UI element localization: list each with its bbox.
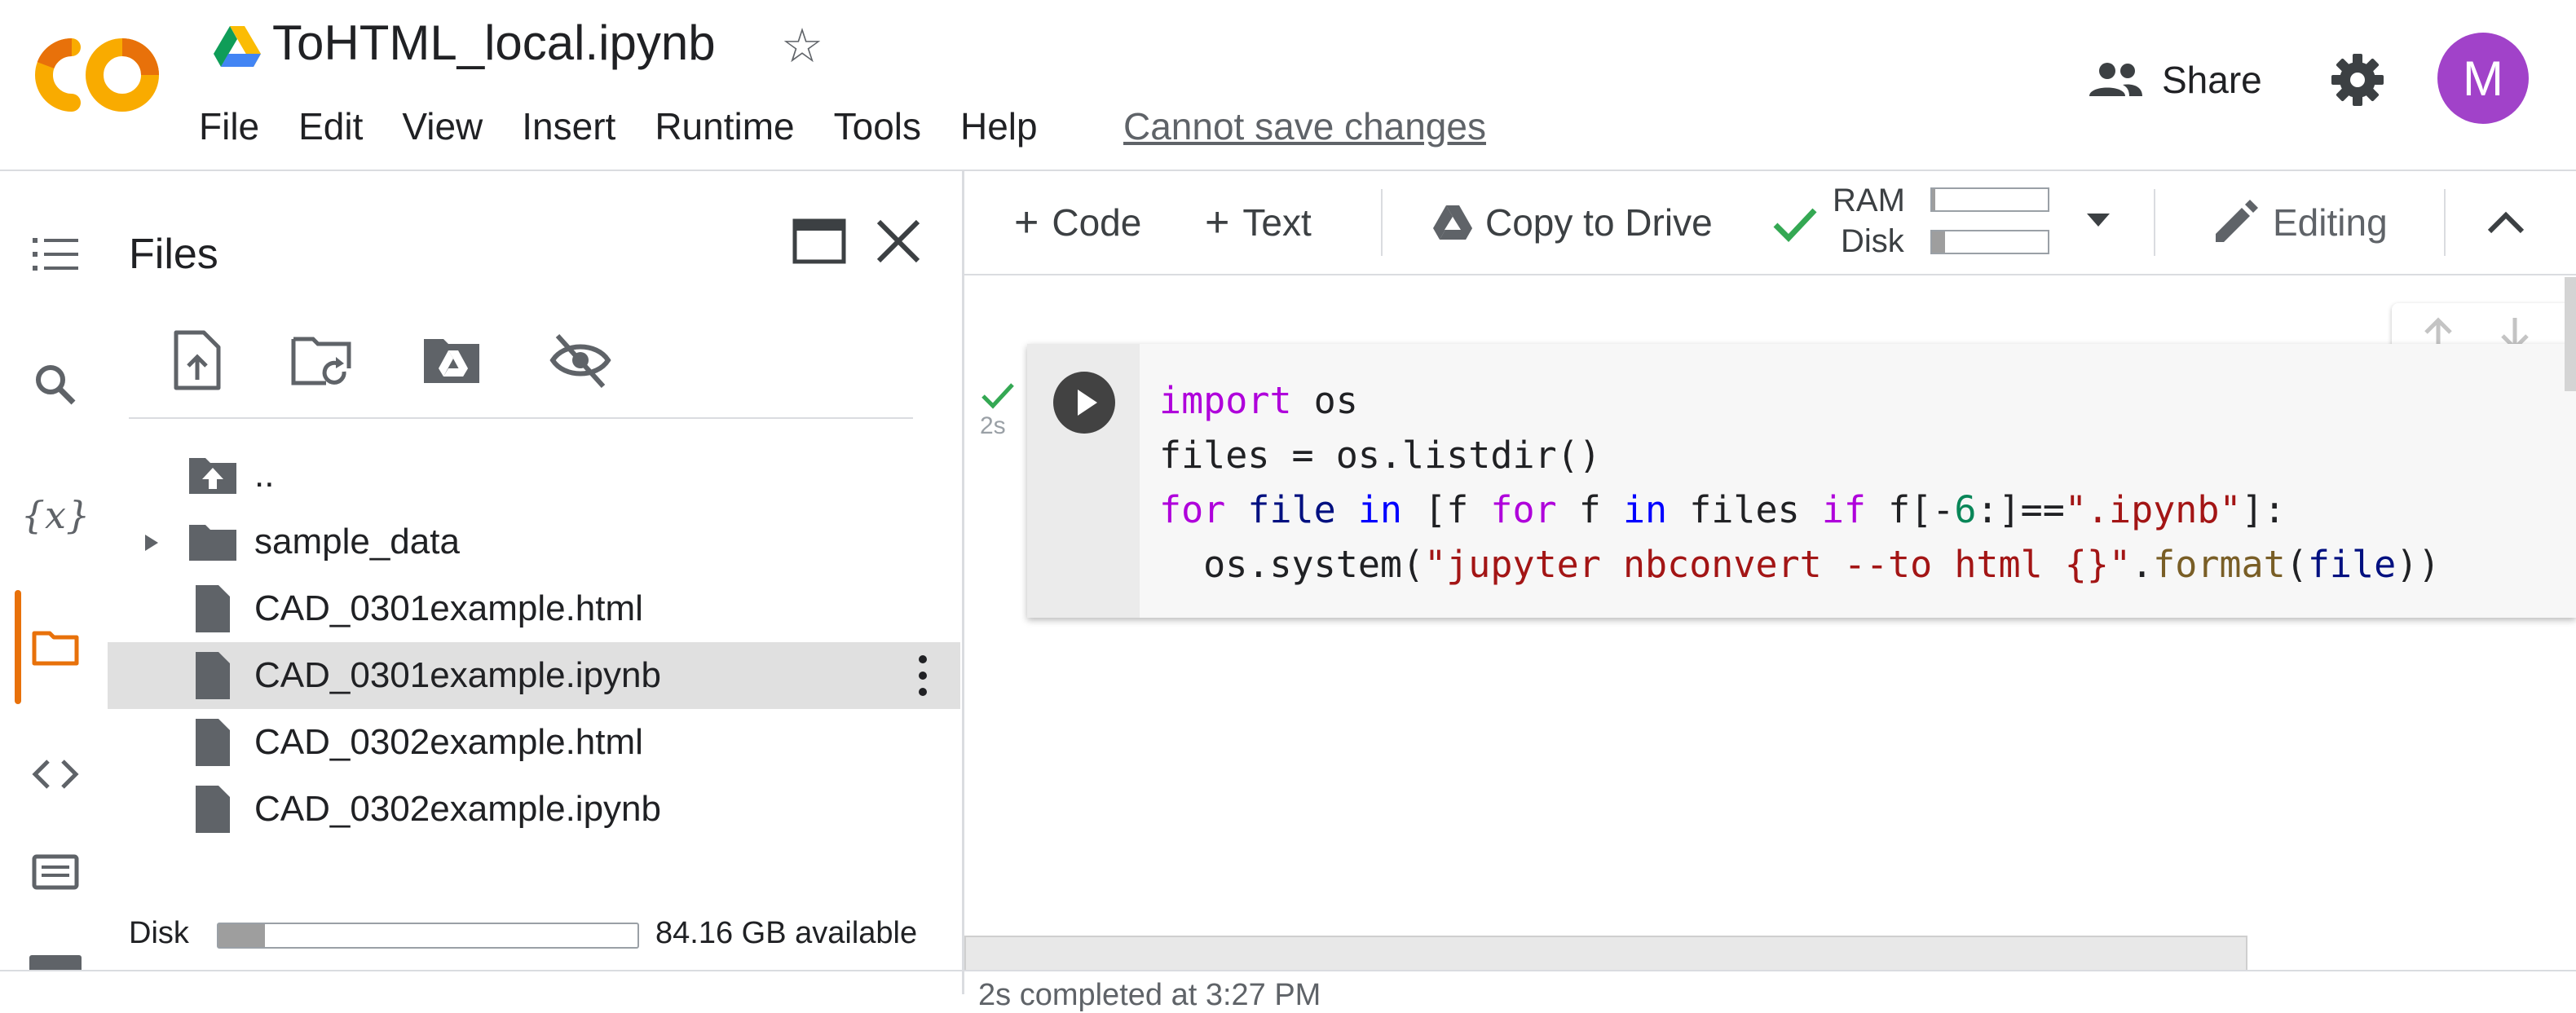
variables-icon[interactable]: {𝑥} <box>21 489 90 541</box>
colab-logo[interactable] <box>33 36 161 114</box>
run-cell-button[interactable] <box>1053 372 1115 434</box>
code-line-3: for file in [f for f in files if f[-6:]=… <box>1159 488 2286 531</box>
toolbar-divider <box>2154 189 2155 256</box>
ram-usage-bar <box>1930 187 2049 212</box>
disk-usage-fill <box>218 924 265 947</box>
folder-icon[interactable] <box>29 621 82 673</box>
disk-label: Disk <box>1841 223 1904 259</box>
google-drive-icon <box>214 26 261 68</box>
disk-label: Disk <box>129 916 189 950</box>
mount-drive-icon[interactable] <box>421 329 483 391</box>
file-item-parent[interactable]: .. <box>108 442 960 509</box>
menu-runtime[interactable]: Runtime <box>635 99 814 153</box>
code-line-1: import os <box>1159 379 1358 422</box>
add-code-label: Code <box>1052 201 1142 244</box>
file-name: CAD_0302example.html <box>254 722 643 762</box>
ram-usage-fill <box>1932 189 1936 210</box>
horizontal-scrollbar[interactable] <box>964 936 2247 971</box>
hide-hidden-files-icon[interactable] <box>549 329 611 391</box>
code-line-2: files = os.listdir() <box>1159 434 1601 477</box>
file-icon <box>187 717 238 768</box>
table-of-contents-icon[interactable] <box>29 228 82 280</box>
notebook-title[interactable]: ToHTML_local.ipynb <box>272 15 716 71</box>
menu-file[interactable]: File <box>199 99 279 153</box>
plus-icon: + <box>1014 199 1039 246</box>
gear-icon[interactable] <box>2328 51 2387 109</box>
code-editor[interactable]: import os files = os.listdir() for file … <box>1159 373 2440 592</box>
add-code-button[interactable]: + Code <box>1014 171 1141 274</box>
play-icon <box>1078 390 1097 416</box>
status-bar-divider <box>0 970 2576 971</box>
disk-usage-fill <box>1932 231 1945 253</box>
disk-usage-bar <box>1930 230 2049 254</box>
execution-success-icon <box>978 375 1017 414</box>
more-options-icon[interactable] <box>906 651 939 700</box>
add-text-button[interactable]: + Text <box>1205 171 1312 274</box>
drive-outline-icon <box>1433 205 1472 240</box>
expand-chevron-icon[interactable] <box>134 526 166 559</box>
share-label: Share <box>2162 59 2262 101</box>
disk-usage-bar <box>217 923 639 949</box>
menu-edit[interactable]: Edit <box>279 99 382 153</box>
file-name: .. <box>254 455 275 495</box>
file-name: CAD_0301example.html <box>254 588 643 628</box>
menu-help[interactable]: Help <box>941 99 1057 153</box>
folder-icon <box>187 517 238 567</box>
file-name: CAD_0301example.ipynb <box>254 655 661 695</box>
files-panel-title: Files <box>129 231 218 278</box>
menu-insert[interactable]: Insert <box>502 99 635 153</box>
refresh-folder-icon[interactable] <box>290 329 352 391</box>
file-item[interactable]: CAD_0302example.html <box>108 709 960 776</box>
file-name: sample_data <box>254 522 460 562</box>
file-item[interactable]: CAD_0302example.ipynb <box>108 776 960 843</box>
file-icon <box>187 784 238 835</box>
chevron-up-icon[interactable] <box>2478 196 2534 251</box>
editing-label: Editing <box>2273 201 2388 244</box>
copy-to-drive-button[interactable]: Copy to Drive <box>1433 171 1713 274</box>
save-status-link[interactable]: Cannot save changes <box>1123 99 1486 153</box>
file-name: CAD_0302example.ipynb <box>254 789 661 829</box>
panel-resize-handle[interactable] <box>962 171 964 994</box>
vertical-scrollbar[interactable] <box>2565 277 2576 391</box>
menu-view[interactable]: View <box>382 99 502 153</box>
ram-label: RAM <box>1833 183 1905 218</box>
star-icon[interactable]: ☆ <box>781 18 823 73</box>
files-divider <box>129 417 913 419</box>
toolbar-divider <box>1381 189 1383 256</box>
menu-bar: File Edit View Insert Runtime Tools Help <box>199 99 1057 153</box>
add-text-label: Text <box>1242 201 1312 244</box>
active-tab-indicator <box>15 590 21 704</box>
people-icon <box>2087 62 2144 98</box>
pencil-icon <box>2211 198 2260 247</box>
caret-down-icon[interactable] <box>2084 210 2113 230</box>
toolbar-divider <box>2444 189 2446 256</box>
parent-folder-icon <box>187 450 238 500</box>
avatar[interactable]: M <box>2437 33 2529 124</box>
open-in-tab-icon[interactable] <box>792 218 846 264</box>
close-icon[interactable] <box>874 217 923 266</box>
copy-to-drive-label: Copy to Drive <box>1485 201 1713 244</box>
connected-check-icon[interactable] <box>1769 197 1821 249</box>
status-bar-text: 2s completed at 3:27 PM <box>978 978 1321 1012</box>
share-button[interactable]: Share <box>2087 49 2262 111</box>
code-snippets-icon[interactable] <box>29 748 82 800</box>
disk-available-text: 84.16 GB available <box>655 916 918 950</box>
file-item-selected[interactable]: CAD_0301example.ipynb <box>108 642 960 709</box>
terminal-icon[interactable] <box>29 955 82 970</box>
file-icon <box>187 584 238 634</box>
execution-time: 2s <box>980 412 1006 439</box>
plus-icon: + <box>1205 199 1230 246</box>
file-icon <box>187 650 238 701</box>
code-line-4: os.system("jupyter nbconvert --to html {… <box>1159 543 2441 586</box>
file-item-folder[interactable]: sample_data <box>108 509 960 575</box>
editing-mode-button[interactable]: Editing <box>2211 171 2388 274</box>
command-palette-icon[interactable] <box>29 846 82 898</box>
search-icon[interactable] <box>29 359 82 411</box>
file-item[interactable]: CAD_0301example.html <box>108 575 960 642</box>
upload-file-icon[interactable] <box>166 329 228 391</box>
menu-tools[interactable]: Tools <box>814 99 941 153</box>
